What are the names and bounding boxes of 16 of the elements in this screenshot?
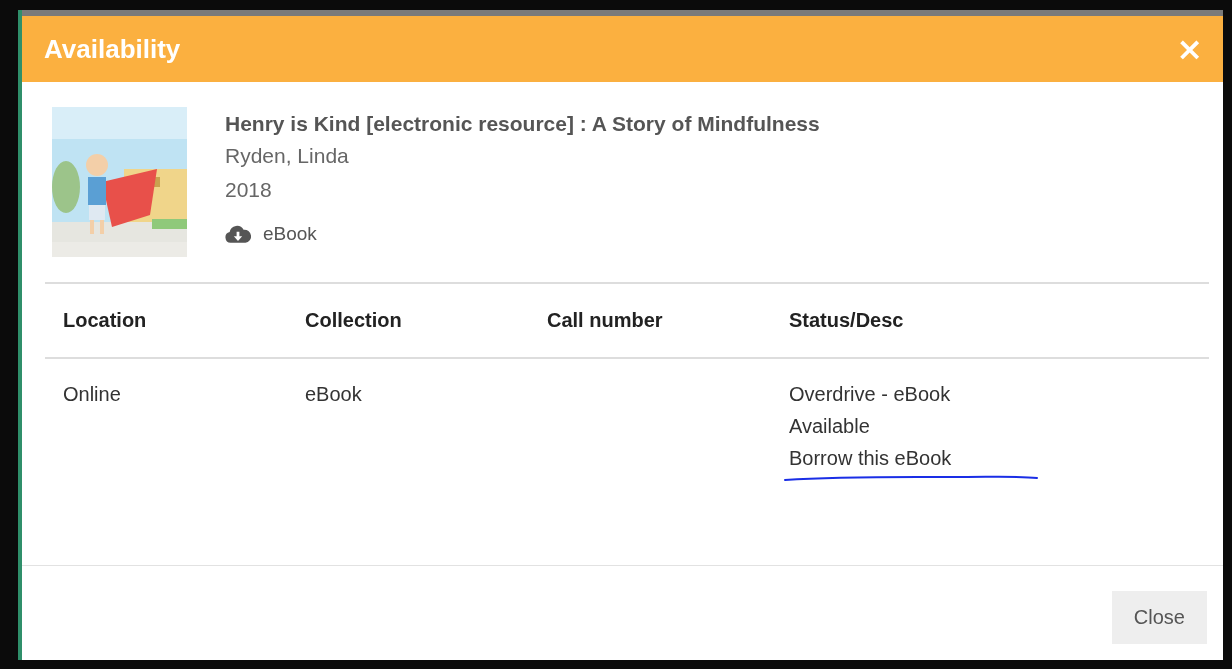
collection-cell: eBook xyxy=(305,383,362,405)
close-dialog-button[interactable]: Close xyxy=(1111,591,1207,644)
location-cell: Online xyxy=(63,383,121,405)
column-header: Status/Desc xyxy=(789,309,905,332)
availability-status: Available xyxy=(789,415,870,438)
column-header: Call number xyxy=(547,309,664,332)
publication-year: 2018 xyxy=(225,177,273,203)
book-title: Henry is Kind [electronic resource] : A Story of Mindfulness xyxy=(225,111,820,137)
column-header: Location xyxy=(63,309,148,332)
cloud-download-icon xyxy=(225,224,251,244)
dialog-title: Availability xyxy=(44,33,181,65)
format-label: eBook xyxy=(263,223,317,245)
borrow-link[interactable]: Borrow this eBook xyxy=(789,447,952,470)
book-author: Ryden, Linda xyxy=(225,143,350,169)
status-source: Overdrive - eBook xyxy=(789,383,951,406)
column-header: Collection xyxy=(305,309,403,332)
